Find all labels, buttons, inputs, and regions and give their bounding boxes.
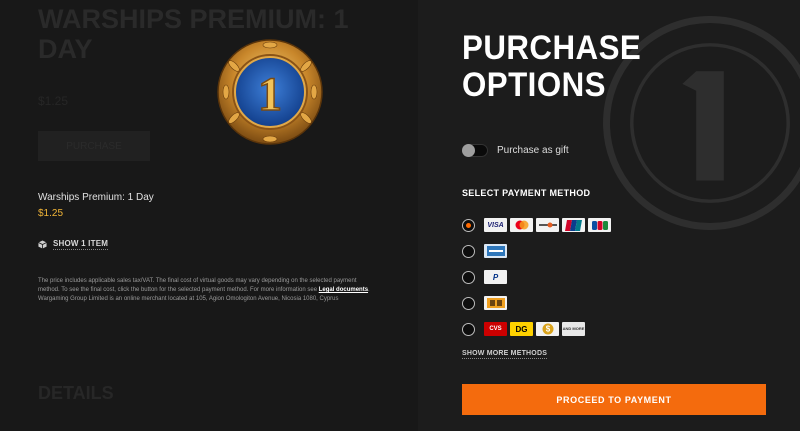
gift-label: Purchase as gift [497, 145, 569, 156]
background-purchase-button: PURCHASE [38, 131, 150, 161]
payment-method-heading: SELECT PAYMENT METHOD [462, 188, 591, 198]
product-panel: WARSHIPS PREMIUM: 1 DAY $1.25 PURCHASE D… [0, 0, 418, 431]
jcb-icon [588, 218, 611, 232]
payment-method-cards[interactable]: VISA [462, 212, 611, 238]
product-name: Warships Premium: 1 Day [38, 192, 154, 203]
box-icon [38, 240, 47, 249]
radio-cards[interactable] [462, 218, 475, 232]
show-items-toggle[interactable]: SHOW 1 ITEM [38, 239, 109, 250]
radio-paypal[interactable] [462, 270, 475, 284]
payment-method-wallet[interactable] [462, 290, 611, 316]
svg-text:$: $ [545, 325, 550, 334]
background-price: $1.25 [38, 94, 69, 108]
paypal-icon: P [484, 270, 507, 284]
paynearme-icon: $ [536, 322, 559, 336]
purchase-options-panel: PURCHASE OPTIONS Purchase as gift SELECT… [418, 0, 800, 431]
radio-cash[interactable] [462, 322, 475, 336]
dollar-general-icon: DG [510, 322, 533, 336]
payment-method-list: VISA P CVS DG $ AND MORE [462, 212, 611, 342]
disclaimer-text: The price includes applicable sales tax/… [38, 278, 357, 293]
wallet-icon [484, 296, 507, 310]
and-more-icon: AND MORE [562, 322, 585, 336]
proceed-to-payment-button[interactable]: PROCEED TO PAYMENT [462, 384, 766, 415]
visa-icon: VISA [484, 218, 507, 232]
toggle-knob [462, 144, 475, 157]
title-line-2: OPTIONS [462, 66, 607, 104]
unionpay-icon [562, 218, 585, 232]
mastercard-icon [510, 218, 533, 232]
medal-number: 1 [258, 68, 282, 121]
purchase-options-title: PURCHASE OPTIONS [462, 30, 641, 104]
show-items-label: SHOW 1 ITEM [53, 239, 109, 250]
radio-wallet[interactable] [462, 296, 475, 310]
cvs-icon: CVS [484, 322, 507, 336]
radio-amex[interactable] [462, 244, 475, 258]
discover-icon [536, 218, 559, 232]
payment-method-cash[interactable]: CVS DG $ AND MORE [462, 316, 611, 342]
title-line-1: PURCHASE [462, 29, 642, 67]
premium-medal-icon: 1 [217, 39, 323, 145]
purchase-as-gift-row: Purchase as gift [462, 144, 569, 157]
product-price: $1.25 [38, 208, 64, 219]
gift-toggle[interactable] [462, 144, 488, 157]
show-more-methods-link[interactable]: SHOW MORE METHODS [462, 350, 548, 359]
payment-method-amex[interactable] [462, 238, 611, 264]
price-disclaimer: The price includes applicable sales tax/… [38, 277, 378, 304]
amex-icon [484, 244, 507, 258]
legal-documents-link[interactable]: Legal documents [319, 287, 368, 293]
payment-method-paypal[interactable]: P [462, 264, 611, 290]
background-details-heading: DETAILS [38, 383, 114, 403]
